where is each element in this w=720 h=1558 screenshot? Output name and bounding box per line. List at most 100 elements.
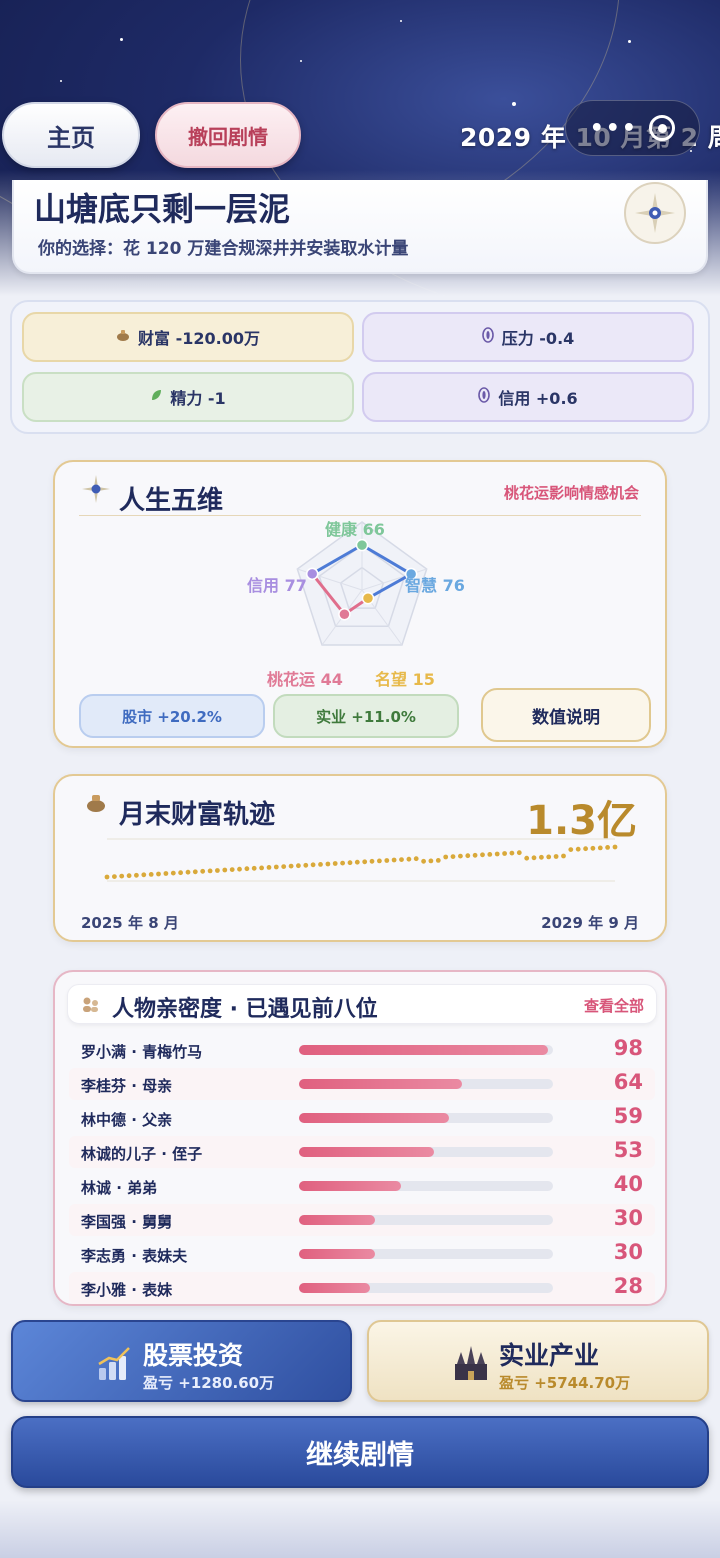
wealth-point <box>310 862 316 868</box>
intimacy-row: 林中德 · 父亲 59 <box>69 1102 655 1134</box>
life-five-dimensions-card: 人生五维 桃花运影响情感机会 健康 66 智慧 76 名望 15 桃花运 44 … <box>53 460 667 748</box>
industry-profit: 盈亏 +5744.70万 <box>499 1374 631 1392</box>
people-icon <box>76 990 106 1020</box>
continue-story-button[interactable]: 继续剧情 <box>11 1416 709 1488</box>
wealth-point <box>134 872 139 878</box>
wealth-point <box>170 870 176 876</box>
compass-icon <box>624 182 686 244</box>
radar-label-health: 健康 66 <box>325 520 385 539</box>
wealth-point <box>384 858 390 863</box>
wealth-point <box>119 873 125 879</box>
wealth-point <box>421 858 426 864</box>
wealth-point <box>413 856 419 862</box>
wealth-point <box>207 868 213 874</box>
view-all-link[interactable]: 查看全部 <box>584 995 644 1016</box>
intimacy-name: 林诚 · 弟弟 <box>81 1179 158 1197</box>
wealth-point <box>347 860 353 866</box>
home-button[interactable]: 主页 <box>2 102 140 168</box>
intimacy-value: 40 <box>613 1172 643 1196</box>
delta-energy-label: 精力 -1 <box>170 389 226 408</box>
wealth-point <box>524 855 530 861</box>
wealth-trajectory-card: 月末财富轨迹 1.3亿 2025 年 8 月 2029 年 9 月 <box>53 774 667 942</box>
wealth-point <box>104 874 110 880</box>
radar-label-romance: 桃花运 44 <box>267 670 343 689</box>
close-target-icon[interactable] <box>649 115 676 141</box>
intimacy-bar-track <box>299 1045 553 1055</box>
intimacy-name: 林诚的儿子 · 侄子 <box>81 1145 203 1163</box>
wealth-point <box>141 872 147 878</box>
intimacy-value: 64 <box>613 1070 643 1094</box>
delta-credit-label: 信用 +0.6 <box>498 389 578 408</box>
intimacy-row: 李小雅 · 表妹 28 <box>69 1272 655 1304</box>
intimacy-row: 林诚 · 弟弟 40 <box>69 1170 655 1202</box>
wealth-point <box>399 857 404 862</box>
money-bag-icon <box>116 329 130 345</box>
intimacy-row: 林诚的儿子 · 侄子 53 <box>69 1136 655 1168</box>
wealth-point <box>259 865 264 871</box>
wealth-point <box>561 853 566 859</box>
wealth-point <box>575 846 581 852</box>
castle-icon <box>451 1344 491 1384</box>
wealth-point <box>215 868 220 873</box>
eye-icon <box>478 387 491 407</box>
intimacy-header: 人物亲密度 · 已遇见前八位 查看全部 <box>67 984 657 1024</box>
wealth-point <box>112 874 117 879</box>
stock-investment-button[interactable]: 股票投资 盈亏 +1280.60万 <box>11 1320 352 1402</box>
radar-point <box>361 592 375 605</box>
intimacy-bar-track <box>299 1249 553 1259</box>
intimacy-bar-fill <box>299 1045 548 1055</box>
wealth-point <box>428 858 434 864</box>
value-explanation-button[interactable]: 数值说明 <box>481 688 651 742</box>
delta-credit: 信用 +0.6 <box>362 372 694 422</box>
wealth-point <box>509 850 515 856</box>
intimacy-card: 人物亲密度 · 已遇见前八位 查看全部 罗小满 · 青梅竹马 98 李桂芬 · 母亲… <box>53 970 667 1306</box>
wealth-point <box>340 860 345 866</box>
intimacy-bar-track <box>299 1283 553 1293</box>
wealth-point <box>443 854 449 860</box>
intimacy-bar-fill <box>299 1147 434 1157</box>
more-icon[interactable]: ••• <box>590 116 638 141</box>
wealth-point <box>502 851 507 856</box>
wealth-start-date: 2025 年 8 月 <box>81 914 179 932</box>
wealth-point <box>332 861 338 866</box>
wealth-point <box>435 858 441 863</box>
wealth-point <box>296 863 301 869</box>
intimacy-value: 53 <box>613 1138 643 1162</box>
wealth-point <box>266 865 272 870</box>
wealth-point <box>318 862 323 867</box>
radar-label-credit: 信用 77 <box>247 576 307 595</box>
intimacy-bar-track <box>299 1079 553 1089</box>
intimacy-name: 罗小满 · 青梅竹马 <box>81 1043 203 1061</box>
wealth-point <box>480 852 485 858</box>
wealth-point <box>288 863 294 869</box>
wealth-point <box>590 845 596 851</box>
intimacy-bar-fill <box>299 1113 449 1123</box>
wealth-point <box>465 853 471 859</box>
attribute-change-panel: 财富 -120.00万 压力 -0.4 精力 -1 信用 +0.6 <box>10 300 710 434</box>
intimacy-bar-fill <box>299 1249 376 1259</box>
wealth-point <box>369 858 375 864</box>
wealth-point <box>568 847 574 852</box>
mini-program-capsule[interactable]: ••• <box>565 100 700 156</box>
radar-point <box>355 538 369 552</box>
delta-wealth-label: 财富 -120.00万 <box>138 329 260 348</box>
wealth-point <box>273 864 279 870</box>
wealth-point <box>516 850 522 856</box>
leaf-icon <box>150 389 162 405</box>
wealth-point <box>237 866 242 872</box>
intimacy-value: 98 <box>613 1036 643 1060</box>
intimacy-name: 李桂芬 · 母亲 <box>81 1077 173 1095</box>
intimacy-title: 人物亲密度 · 已遇见前八位 <box>112 997 378 1022</box>
wealth-point <box>487 852 493 857</box>
industry-button[interactable]: 实业产业 盈亏 +5744.70万 <box>367 1320 709 1402</box>
wealth-point <box>539 854 544 860</box>
intimacy-value: 59 <box>613 1104 643 1128</box>
wealth-point <box>156 871 161 877</box>
intimacy-bar-track <box>299 1181 553 1191</box>
wealth-point <box>126 873 132 879</box>
wealth-point <box>325 861 331 867</box>
wealth-point <box>391 857 397 863</box>
wealth-point <box>281 864 287 869</box>
undo-story-button[interactable]: 撤回剧情 <box>155 102 301 168</box>
wealth-point <box>546 854 552 860</box>
